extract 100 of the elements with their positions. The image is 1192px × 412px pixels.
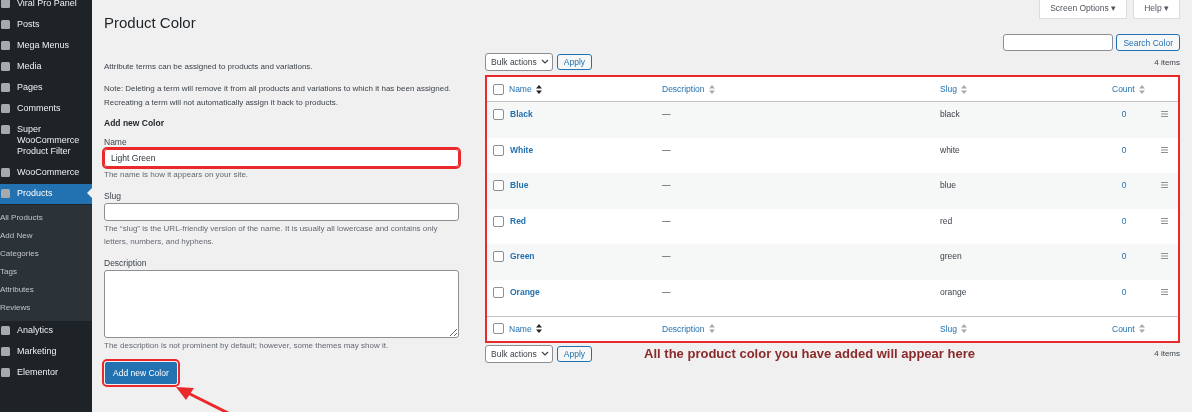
count-link[interactable]: 0 xyxy=(1112,173,1152,191)
drag-handle-icon[interactable] xyxy=(1161,217,1168,224)
table-cell-text: — xyxy=(662,179,672,191)
menu-item-icon xyxy=(0,40,11,51)
table-cell-text: black xyxy=(940,108,961,119)
search-button[interactable]: Search Color xyxy=(1116,34,1180,51)
sort-arrows-icon xyxy=(708,84,715,94)
table-cell-text: — xyxy=(662,143,672,155)
intro-text: Attribute terms can be assigned to products and variations. xyxy=(104,61,314,73)
description-field[interactable] xyxy=(104,270,459,338)
table-cell-text: — xyxy=(662,285,672,297)
sidebar-item[interactable]: Elementor xyxy=(0,363,92,383)
submenu-item[interactable]: Attributes xyxy=(0,281,92,299)
checkbox[interactable] xyxy=(493,144,504,156)
bulk-actions-dropdown[interactable]: Bulk actions xyxy=(485,53,553,71)
column-header[interactable]: Name xyxy=(509,84,662,94)
term-name-link[interactable]: Orange xyxy=(509,279,662,297)
field-hint: The “slug” is the URL-friendly version of the name. It is usually all lowercase and contains only letters, numbers, and hyphens. xyxy=(104,223,439,248)
table-cell-text: orange xyxy=(940,285,968,297)
term-name-link[interactable]: Blue xyxy=(509,173,662,191)
checkbox[interactable] xyxy=(493,251,504,263)
header-tab-button[interactable]: Help ▾ xyxy=(1133,0,1180,19)
count-link[interactable]: 0 xyxy=(1112,279,1152,297)
field-hint: The description is not prominent by default; however, some themes may show it. xyxy=(104,340,390,352)
sidebar-item[interactable]: Viral Pro Panel xyxy=(0,0,92,14)
checkbox[interactable] xyxy=(493,215,504,227)
table-cell-text: red xyxy=(940,214,954,226)
sidebar-item[interactable]: Analytics xyxy=(0,321,92,341)
text-field[interactable]: Light Green xyxy=(104,149,459,167)
menu-item-icon xyxy=(0,61,11,72)
submenu-item[interactable]: Categories xyxy=(0,245,92,263)
column-header[interactable]: Slug xyxy=(940,84,1112,94)
count-link[interactable]: 0 xyxy=(1112,102,1152,119)
note-text: Note: Deleting a term will remove it from all products and variations to which it has been assigned. Recreating a term will not automatically assign it back to products. xyxy=(104,83,452,109)
checkbox[interactable] xyxy=(493,286,504,298)
term-name-link[interactable]: White xyxy=(509,137,662,155)
menu-item-icon xyxy=(0,167,11,178)
text-field[interactable] xyxy=(104,203,459,221)
column-header[interactable]: Description xyxy=(662,323,940,334)
term-name-link[interactable]: Black xyxy=(509,102,662,119)
checkbox[interactable] xyxy=(493,83,504,95)
field-label: Description xyxy=(104,258,148,268)
checkbox[interactable] xyxy=(493,323,504,335)
sort-arrows-icon xyxy=(535,84,542,94)
count-link[interactable]: 0 xyxy=(1112,137,1152,155)
sort-arrows-icon xyxy=(1138,84,1145,94)
drag-handle-icon[interactable] xyxy=(1161,146,1168,153)
sort-arrows-icon xyxy=(961,84,967,94)
search-field[interactable] xyxy=(1003,34,1114,51)
table-cell-text: green xyxy=(940,250,963,262)
page-title: Product Color xyxy=(104,14,197,32)
sidebar-item[interactable]: Products xyxy=(0,184,92,204)
menu-item-icon xyxy=(0,0,11,9)
checkbox[interactable] xyxy=(493,180,504,192)
submenu-item[interactable]: Add New xyxy=(0,227,92,245)
column-header[interactable]: Description xyxy=(662,84,940,94)
drag-handle-icon[interactable] xyxy=(1161,111,1168,117)
sidebar-item[interactable]: Posts xyxy=(0,15,92,35)
apply-button[interactable]: Apply xyxy=(556,54,593,70)
sidebar-item[interactable]: Marketing xyxy=(0,342,92,362)
column-header[interactable]: Name xyxy=(509,323,662,334)
item-count: 4 items xyxy=(1154,57,1180,67)
add-color-button[interactable]: Add new Color xyxy=(105,362,177,384)
menu-item-icon xyxy=(0,367,11,378)
count-link[interactable]: 0 xyxy=(1112,208,1152,226)
sidebar-item[interactable]: Mega Menus xyxy=(0,36,92,56)
column-header[interactable]: Count xyxy=(1112,84,1152,94)
column-header[interactable]: Count xyxy=(1112,323,1152,334)
submenu-item[interactable]: Reviews xyxy=(0,299,92,317)
sort-arrows-icon xyxy=(961,324,967,334)
menu-item-icon xyxy=(0,103,11,114)
sidebar-item[interactable]: WooCommerce xyxy=(0,163,92,183)
form-heading: Add new Color xyxy=(104,118,165,128)
submenu-item[interactable]: All Products xyxy=(0,209,92,227)
table-cell-text: — xyxy=(662,214,672,226)
apply-button[interactable]: Apply xyxy=(556,345,593,362)
count-link[interactable]: 0 xyxy=(1112,244,1152,262)
sort-arrows-icon xyxy=(1138,324,1145,334)
sort-arrows-icon xyxy=(535,324,542,334)
header-tab-button[interactable]: Screen Options ▾ xyxy=(1039,0,1128,19)
field-hint: The name is how it appears on your site. xyxy=(104,169,250,181)
bulk-actions-dropdown[interactable]: Bulk actions xyxy=(485,344,553,363)
sidebar-item[interactable]: Pages xyxy=(0,78,92,98)
drag-handle-icon[interactable] xyxy=(1161,182,1168,189)
drag-handle-icon[interactable] xyxy=(1161,288,1168,295)
sidebar-item[interactable]: Comments xyxy=(0,99,92,119)
field-label: Name xyxy=(104,137,128,147)
sidebar-item[interactable]: Super WooCommerce Product Filter xyxy=(0,120,92,162)
sidebar-item[interactable]: Media xyxy=(0,57,92,77)
submenu-item[interactable]: Tags xyxy=(0,263,92,281)
term-name-link[interactable]: Green xyxy=(509,244,662,262)
annotation-text: All the product color you have added will appear here xyxy=(644,346,975,362)
sort-arrows-icon xyxy=(708,324,715,334)
drag-handle-icon[interactable] xyxy=(1161,253,1168,260)
checkbox[interactable] xyxy=(493,109,504,120)
column-header[interactable]: Slug xyxy=(940,323,1112,334)
chevron-icon xyxy=(540,59,549,65)
field-label: Slug xyxy=(104,191,122,201)
term-name-link[interactable]: Red xyxy=(509,208,662,226)
table-cell-text: — xyxy=(662,250,672,262)
